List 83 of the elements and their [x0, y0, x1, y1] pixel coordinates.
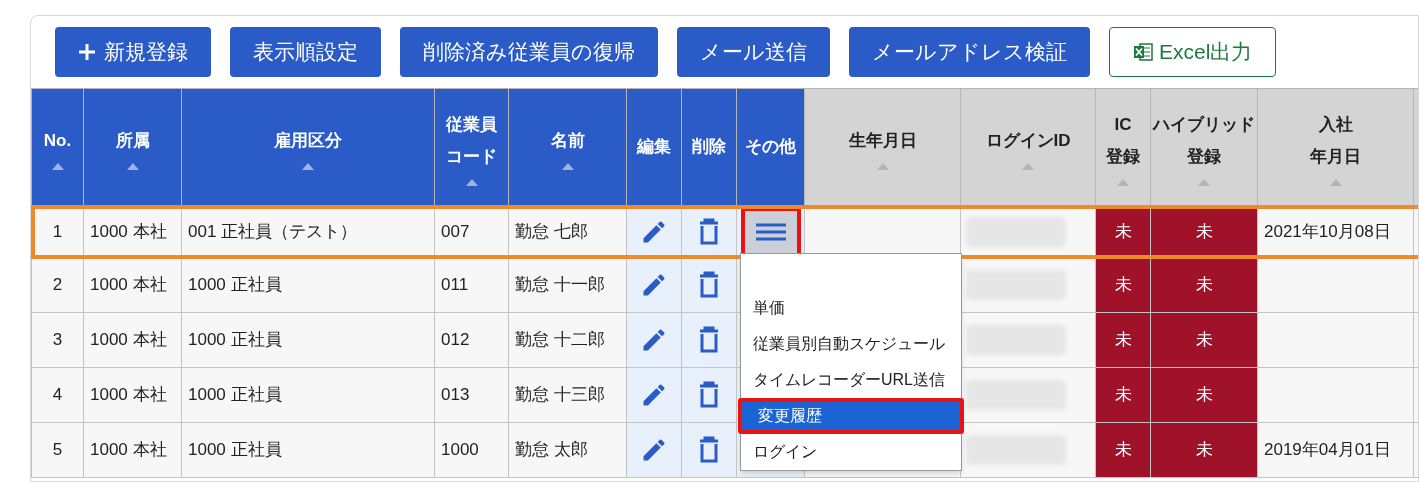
column-header[interactable]: IC [1114, 114, 1132, 134]
column-header[interactable]: 従業員 [446, 114, 497, 134]
status-text: 未 [1195, 330, 1213, 350]
table-cell: 1000 [441, 440, 479, 460]
table-cell: 011 [441, 275, 469, 295]
status-text: 未 [1114, 330, 1132, 350]
sort-arrow-icon [1117, 178, 1129, 186]
menu-item[interactable]: 変更履歴 [738, 398, 964, 434]
table-cell: 1000 正社員 [188, 440, 282, 460]
column-header[interactable]: 生年月日 [848, 130, 917, 150]
table-cell: 1000 正社員 [188, 385, 282, 405]
column-header[interactable]: No. [43, 130, 72, 150]
table-cell: 1000 本社 [90, 330, 167, 350]
table-cell: 2 [52, 275, 63, 295]
column-header[interactable]: 雇用区分 [274, 130, 342, 150]
table-cell: 1 [52, 221, 63, 241]
trash-icon[interactable] [697, 271, 721, 299]
sort-arrow-icon [561, 162, 574, 170]
column-header[interactable]: 名前 [550, 130, 585, 150]
table-cell: 1000 本社 [90, 385, 167, 405]
table-cell: 2021年10月08日 [1264, 221, 1391, 241]
toolbar-button[interactable]: Excel出力 [1109, 27, 1277, 77]
table-cell: 勤怠 七郎 [515, 221, 588, 241]
column-header[interactable]: ログインID [985, 130, 1071, 150]
sort-arrow-icon [1198, 178, 1210, 186]
menu-item[interactable]: 従業員別自動スケジュール [745, 326, 957, 362]
status-text: 未 [1114, 221, 1132, 241]
status-text: 未 [1114, 440, 1132, 460]
table-cell: 1000 本社 [90, 275, 167, 295]
table-cell: 4 [52, 385, 63, 405]
table-cell: 012 [441, 330, 470, 350]
column-header[interactable]: 削除 [692, 137, 726, 156]
toolbar-button[interactable]: 削除済み従業員の復帰 [400, 27, 658, 77]
column-header[interactable]: 登録 [1106, 146, 1140, 166]
sort-arrow-icon [876, 162, 889, 170]
menu-item[interactable]: ログイン [745, 434, 957, 470]
sort-arrow-icon [465, 178, 478, 186]
table-cell: 勤怠 十三郎 [515, 385, 605, 405]
table-cell: 013 [441, 385, 470, 405]
status-text: 未 [1195, 440, 1213, 460]
sort-arrow-icon [126, 162, 139, 170]
column-header[interactable]: その他 [745, 137, 796, 156]
column-header[interactable]: 入社 [1318, 114, 1353, 134]
plus-icon [78, 43, 96, 61]
table-cell: 001 正社員（テスト） [188, 221, 358, 241]
table-cell: 1000 本社 [90, 440, 167, 460]
status-text: 未 [1114, 385, 1132, 405]
menu-item[interactable]: 単価 [745, 290, 957, 326]
toolbar-button[interactable]: メール送信 [677, 27, 830, 77]
toolbar-button[interactable]: 表示順設定 [230, 27, 381, 77]
column-header[interactable]: 年月日 [1310, 146, 1361, 166]
sort-arrow-icon [1329, 178, 1342, 186]
trash-icon[interactable] [697, 381, 721, 409]
table-cell: 007 [441, 221, 470, 241]
status-text: 未 [1195, 275, 1213, 295]
table-cell: 勤怠 十二郎 [515, 330, 605, 350]
column-header[interactable]: 所属 [115, 130, 150, 150]
trash-icon[interactable] [697, 217, 721, 246]
table-cell: 2019年04月01日 [1264, 440, 1391, 460]
column-header[interactable]: 登録 [1187, 146, 1221, 166]
table-cell: 1000 正社員 [188, 330, 282, 350]
table-cell: 勤怠 太郎 [515, 440, 588, 460]
menu-item[interactable]: タイムレコーダーURL送信 [745, 362, 957, 398]
status-text: 未 [1195, 221, 1213, 241]
table-cell: 5 [52, 440, 63, 460]
trash-icon[interactable] [697, 326, 721, 354]
table-cell: 1000 正社員 [188, 275, 282, 295]
menu-icon [755, 221, 786, 242]
toolbar-button[interactable]: メールアドレス検証 [849, 27, 1090, 77]
spreadsheet-icon [1133, 42, 1153, 62]
sort-arrow-icon [302, 162, 314, 170]
status-text: 未 [1195, 385, 1213, 405]
table-cell: 3 [52, 330, 63, 350]
table-cell: 勤怠 十一郎 [515, 275, 605, 295]
column-header[interactable]: ハイブリッド [1153, 114, 1255, 134]
column-header[interactable]: 編集 [637, 137, 671, 156]
sort-arrow-icon [51, 162, 64, 170]
column-header[interactable]: コード [446, 146, 497, 166]
toolbar-button[interactable]: 新規登録 [55, 27, 211, 77]
status-text: 未 [1114, 275, 1132, 295]
trash-icon[interactable] [697, 436, 721, 464]
sort-arrow-icon [1022, 162, 1034, 170]
table-cell: 1000 本社 [90, 221, 167, 241]
